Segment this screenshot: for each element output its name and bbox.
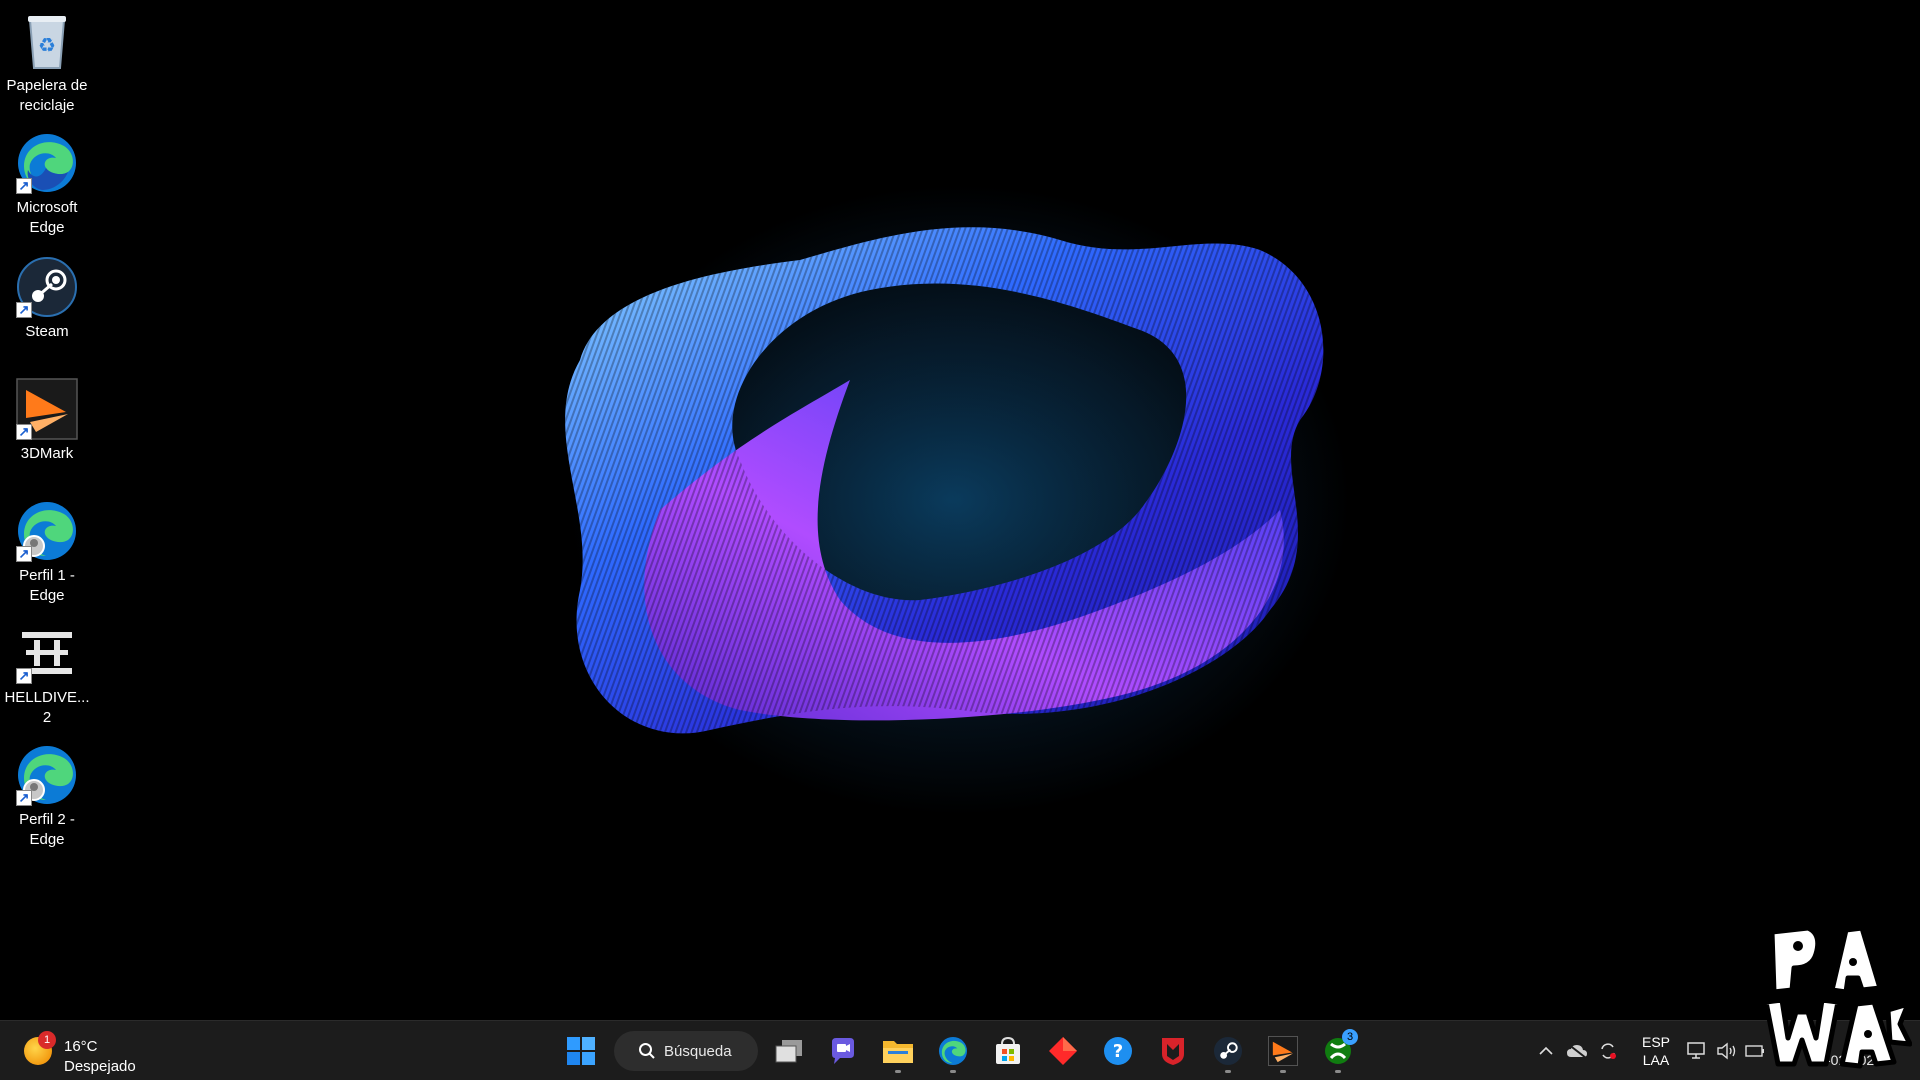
desktop-icon-recycle-bin[interactable]: ♻ Papelera de reciclaje bbox=[4, 4, 90, 116]
language-code: ESP bbox=[1641, 1034, 1670, 1050]
wallpaper-ribbon bbox=[550, 227, 1350, 770]
xbox-button[interactable]: 3 bbox=[1316, 1029, 1360, 1073]
desktop-icon-label: Steam bbox=[25, 323, 69, 340]
desktop-icon-steam[interactable]: ↗ Steam bbox=[4, 250, 90, 342]
weather-widget[interactable]: 1 16°C Despejado bbox=[24, 1029, 154, 1075]
desktop-icon-label: Perfil 1 - Edge bbox=[19, 567, 75, 604]
shortcut-arrow-icon: ↗ bbox=[16, 178, 32, 194]
edge-profile-icon: ↗ bbox=[16, 744, 78, 806]
running-indicator bbox=[1280, 1070, 1286, 1073]
3dmark-icon: ↗ bbox=[16, 378, 78, 440]
teams-chat-button[interactable] bbox=[821, 1031, 865, 1071]
input-language-indicator[interactable]: ESP LAA bbox=[1636, 1033, 1676, 1069]
search-label: Búsqueda bbox=[664, 1042, 732, 1060]
recycle-bin-icon: ♻ bbox=[16, 10, 78, 72]
shortcut-arrow-icon: ↗ bbox=[16, 424, 32, 440]
3dmark-taskbar-button[interactable] bbox=[1261, 1031, 1305, 1073]
desktop-icon-label: 3DMark bbox=[20, 445, 74, 462]
cloud-offline-icon bbox=[1567, 1043, 1587, 1059]
teams-chat-icon bbox=[832, 1038, 854, 1064]
weather-temperature: 16°C bbox=[64, 1038, 98, 1055]
folder-icon bbox=[883, 1041, 913, 1063]
red-diamond-app-button[interactable] bbox=[1041, 1031, 1085, 1071]
steam-taskbar-button[interactable] bbox=[1206, 1031, 1250, 1073]
weather-notification-badge: 1 bbox=[38, 1031, 56, 1049]
shortcut-arrow-icon: ↗ bbox=[16, 668, 32, 684]
running-indicator bbox=[950, 1070, 956, 1073]
helldivers-icon: ↗ bbox=[16, 622, 78, 684]
task-view-icon bbox=[775, 1040, 802, 1063]
svg-text:?: ? bbox=[1113, 1041, 1123, 1062]
mcafee-button[interactable] bbox=[1151, 1031, 1195, 1071]
sync-icon bbox=[1601, 1043, 1616, 1059]
desktop-icon-microsoft-edge[interactable]: ↗ Microsoft Edge bbox=[4, 126, 90, 238]
speaker-icon bbox=[1717, 1042, 1736, 1060]
steam-icon bbox=[1213, 1036, 1243, 1066]
running-indicator bbox=[1335, 1070, 1341, 1073]
taskbar: 1 16°C Despejado Búsqueda ? 3 ESP LAA bbox=[0, 1020, 1920, 1080]
sync-tray-button[interactable] bbox=[1591, 1031, 1625, 1071]
mcafee-icon bbox=[1162, 1038, 1184, 1065]
show-hidden-icons-button[interactable] bbox=[1528, 1031, 1564, 1071]
red-diamond-icon bbox=[1049, 1037, 1077, 1065]
running-indicator bbox=[1225, 1070, 1231, 1073]
svg-text:♻: ♻ bbox=[38, 33, 56, 57]
desktop[interactable]: ♻ Papelera de reciclaje ↗ Microsoft Edge bbox=[0, 0, 1920, 1020]
shortcut-arrow-icon: ↗ bbox=[16, 790, 32, 806]
network-icon bbox=[1687, 1042, 1705, 1059]
desktop-icon-label: Microsoft Edge bbox=[16, 199, 78, 236]
desktop-icon-label: HELLDIVE... 2 bbox=[4, 689, 90, 726]
steam-icon: ↗ bbox=[16, 256, 78, 318]
pawa-watermark-logo bbox=[1763, 925, 1912, 1069]
edge-taskbar-button[interactable] bbox=[931, 1031, 975, 1073]
search-icon bbox=[639, 1043, 655, 1059]
desktop-icon-perfil-2-edge[interactable]: ↗ Perfil 2 - Edge bbox=[4, 738, 90, 850]
chevron-up-icon bbox=[1539, 1046, 1553, 1055]
windows-start-icon bbox=[567, 1037, 595, 1065]
keyboard-layout-code: LAA bbox=[1642, 1052, 1670, 1068]
store-icon bbox=[996, 1036, 1020, 1064]
file-explorer-button[interactable] bbox=[876, 1031, 920, 1073]
shortcut-arrow-icon: ↗ bbox=[16, 546, 32, 562]
desktop-icon-perfil-1-edge[interactable]: ↗ Perfil 1 - Edge bbox=[4, 494, 90, 606]
3dmark-icon bbox=[1268, 1036, 1298, 1066]
edge-profile-icon: ↗ bbox=[16, 500, 78, 562]
edge-icon bbox=[938, 1036, 968, 1066]
desktop-icon-label: Perfil 2 - Edge bbox=[19, 811, 75, 848]
xbox-notification-badge: 3 bbox=[1342, 1029, 1358, 1045]
weather-condition: Despejado bbox=[64, 1058, 136, 1075]
help-button[interactable]: ? bbox=[1096, 1031, 1140, 1071]
taskbar-search-box[interactable]: Búsqueda bbox=[614, 1031, 758, 1071]
onedrive-tray-button[interactable] bbox=[1560, 1031, 1594, 1071]
shortcut-arrow-icon: ↗ bbox=[16, 302, 32, 318]
desktop-icon-helldivers-2[interactable]: ↗ HELLDIVE... 2 bbox=[4, 616, 90, 728]
edge-icon: ↗ bbox=[16, 132, 78, 194]
running-indicator bbox=[895, 1070, 901, 1073]
desktop-icon-3dmark[interactable]: ↗ 3DMark bbox=[4, 372, 90, 464]
task-view-button[interactable] bbox=[767, 1031, 811, 1071]
start-button[interactable] bbox=[559, 1031, 603, 1071]
help-icon: ? bbox=[1104, 1037, 1132, 1065]
store-button[interactable] bbox=[986, 1031, 1030, 1071]
desktop-icon-label: Papelera de reciclaje bbox=[6, 77, 88, 114]
